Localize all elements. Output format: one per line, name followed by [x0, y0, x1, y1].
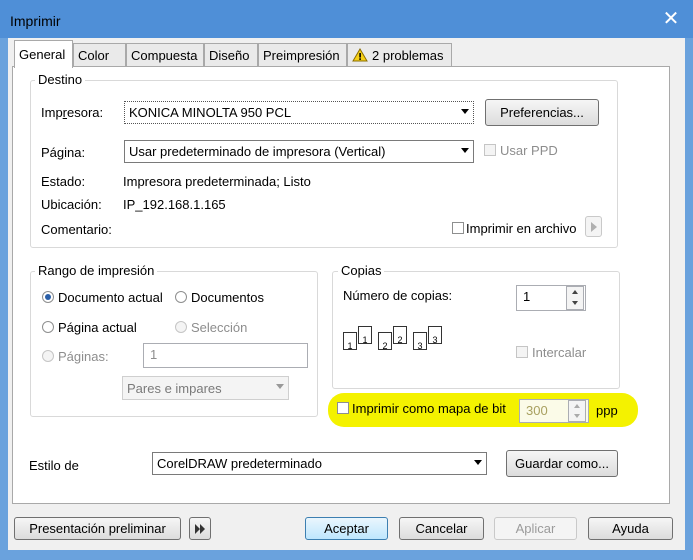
pagina-select[interactable]: Usar predeterminado de impresora (Vertic… [124, 140, 474, 163]
aceptar-button[interactable]: Aceptar [305, 517, 388, 540]
spin-down-icon[interactable] [567, 298, 583, 309]
tab-preimpresion[interactable]: Preimpresión [258, 43, 347, 67]
ayuda-button[interactable]: Ayuda [588, 517, 673, 540]
dpi-stepper[interactable] [568, 400, 586, 422]
page-icon: 3 [413, 332, 427, 351]
ubicacion-value: IP_192.168.1.165 [123, 197, 226, 212]
pagina-value: Usar predeterminado de impresora (Vertic… [129, 144, 386, 159]
tab-color-label: Color [78, 48, 110, 63]
tab-problemas[interactable]: 2 problemas [347, 43, 452, 67]
chevron-down-icon [461, 148, 469, 153]
archivo-arrow-button[interactable] [585, 216, 602, 237]
documento-actual-label: Documento actual [58, 290, 163, 305]
page-icon: 2 [393, 326, 407, 345]
tab-color[interactable]: Color [73, 43, 126, 67]
copias-title: Copias [338, 263, 385, 278]
tab-preimpresion-label: Preimpresión [263, 48, 340, 63]
preferencias-button[interactable]: Preferencias... [485, 99, 599, 126]
chevron-down-icon [276, 384, 284, 389]
collate-pages-icon: 1 1 2 2 3 3 [343, 324, 443, 356]
pagina-actual-radio[interactable] [42, 321, 54, 333]
rango-title: Rango de impresión [35, 263, 158, 278]
imprimir-archivo-checkbox[interactable] [452, 222, 464, 234]
intercalar-checkbox[interactable] [516, 346, 528, 358]
double-arrow-icon [195, 524, 205, 534]
close-icon[interactable]: ✕ [657, 8, 685, 32]
page-icon: 3 [428, 326, 442, 345]
paginas-input[interactable]: 1 [143, 343, 308, 368]
impresora-value: KONICA MINOLTA 950 PCL [129, 105, 292, 120]
warning-icon [352, 48, 368, 62]
pagina-label: Página: [41, 145, 86, 160]
pagina-actual-label: Página actual [58, 320, 137, 335]
intercalar-label: Intercalar [532, 345, 587, 360]
tab-general[interactable]: General [14, 40, 73, 68]
usar-ppd-checkbox[interactable] [484, 144, 496, 156]
copias-stepper[interactable] [566, 286, 584, 310]
dpi-unit: ppp [596, 403, 618, 418]
impresora-label: Impresora: [41, 105, 104, 120]
presentacion-preliminar-button[interactable]: Presentación preliminar [14, 517, 181, 540]
pares-impares-select[interactable]: Pares e impares [122, 376, 289, 400]
cancelar-button[interactable]: Cancelar [399, 517, 484, 540]
spin-up-icon[interactable] [569, 401, 585, 411]
guardar-como-button[interactable]: Guardar como... [506, 450, 618, 477]
usar-ppd-label: Usar PPD [500, 143, 558, 158]
impresora-select[interactable]: KONICA MINOLTA 950 PCL [124, 101, 474, 124]
imprimir-archivo-label: Imprimir en archivo [466, 221, 577, 236]
seleccion-radio[interactable] [175, 321, 187, 333]
tab-diseno-label: Diseño [209, 48, 250, 63]
dpi-value: 300 [526, 403, 548, 418]
ubicacion-label: Ubicación: [41, 197, 102, 212]
spin-up-icon[interactable] [567, 287, 583, 298]
window-title: Imprimir [10, 13, 61, 29]
documentos-radio[interactable] [175, 291, 187, 303]
numero-copias-value: 1 [523, 289, 531, 304]
aplicar-button[interactable]: Aplicar [494, 517, 577, 540]
paginas-radio[interactable] [42, 350, 54, 362]
destino-title: Destino [35, 72, 86, 87]
page-icon: 1 [343, 332, 357, 351]
title-bar [0, 0, 693, 38]
tab-diseno[interactable]: Diseño [204, 43, 258, 67]
estilo-label: Estilo de [29, 458, 79, 473]
estado-label: Estado: [41, 174, 86, 189]
estilo-select[interactable]: CorelDRAW predeterminado [152, 452, 487, 475]
page-icon: 2 [378, 332, 392, 351]
estado-value: Impresora predeterminada; Listo [123, 174, 311, 189]
pares-impares-value: Pares e impares [127, 381, 222, 396]
spin-down-icon[interactable] [569, 411, 585, 421]
imprimir-bitmap-label: Imprimir como mapa de bit [352, 401, 506, 416]
tab-compuesta[interactable]: Compuesta [126, 43, 204, 67]
documentos-label: Documentos [191, 290, 264, 305]
preview-arrow-button[interactable] [189, 517, 211, 540]
estilo-value: CorelDRAW predeterminado [157, 456, 322, 471]
tab-general-label: General [19, 47, 66, 62]
tab-problemas-label: 2 problemas [372, 48, 444, 63]
page-icon: 1 [358, 326, 372, 345]
comentario-label: Comentario: [41, 222, 112, 237]
play-arrow-icon [590, 222, 597, 232]
documento-actual-radio[interactable] [42, 291, 54, 303]
seleccion-label: Selección [191, 320, 248, 335]
paginas-label: Páginas: [58, 349, 109, 364]
tab-compuesta-label: Compuesta [131, 48, 198, 63]
numero-copias-label: Número de copias: [343, 288, 453, 303]
imprimir-bitmap-checkbox[interactable] [337, 402, 349, 414]
chevron-down-icon [474, 460, 482, 465]
chevron-down-icon [461, 109, 469, 114]
